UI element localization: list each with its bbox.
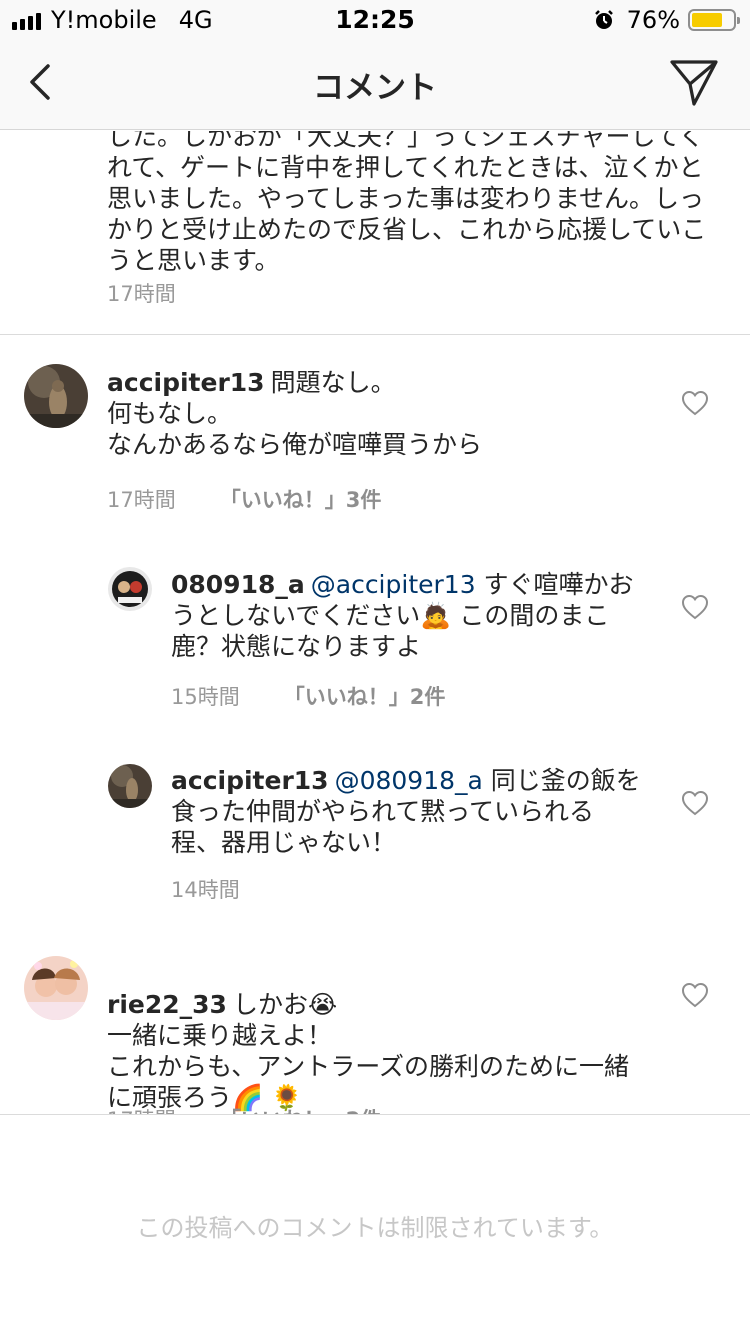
- comment-list[interactable]: した。しかおが「大丈夫？」ってジェスチャーしてくれて、ゲートに背中を押してくれた…: [0, 131, 750, 1114]
- avatar[interactable]: [24, 364, 88, 428]
- battery-percent: 76%: [626, 6, 680, 34]
- caption-text: した。しかおが「大丈夫？」ってジェスチャーしてくれて、ゲートに背中を押してくれた…: [107, 131, 707, 275]
- comment-timestamp: 17時間: [107, 488, 176, 512]
- avatar[interactable]: [24, 956, 88, 1020]
- alarm-icon: [594, 10, 613, 29]
- comment-username[interactable]: accipiter13: [171, 766, 329, 795]
- page-title: コメント: [313, 70, 437, 106]
- comment-meta: 15時間 「いいね！」2件: [171, 681, 445, 711]
- caption-timestamp: 17時間: [107, 282, 176, 306]
- likes-count[interactable]: 「いいね！」2件: [284, 681, 446, 711]
- comment: rie22_33 しかお😭 一緒に乗り越えよ！ これからも、アントラーズの勝利のた…: [107, 958, 647, 1113]
- likes-count[interactable]: 「いいね！」2件: [220, 1104, 382, 1114]
- avatar[interactable]: [108, 567, 152, 611]
- mention-link[interactable]: @accipiter13: [311, 570, 476, 599]
- heart-icon[interactable]: [681, 390, 709, 416]
- comment-username[interactable]: 080918_a: [171, 570, 305, 599]
- heart-icon[interactable]: [681, 982, 709, 1008]
- comment-meta: 17時間 「いいね！」2件: [107, 1104, 381, 1114]
- comment-timestamp: 15時間: [171, 685, 240, 709]
- heart-icon[interactable]: [681, 790, 709, 816]
- comments-restricted-notice: この投稿へのコメントは制限されています。: [136, 1214, 614, 1242]
- comment-timestamp: 14時間: [171, 878, 240, 902]
- avatar[interactable]: [108, 764, 152, 808]
- reply: accipiter13 @080918_a 同じ釜の飯を食った仲間がやられて黙って…: [171, 765, 641, 858]
- comment-meta: 14時間: [171, 874, 284, 904]
- likes-count[interactable]: 「いいね！」3件: [220, 484, 382, 514]
- comment-username[interactable]: rie22_33: [107, 990, 227, 1019]
- caption-meta: 17時間: [107, 278, 176, 308]
- mention-link[interactable]: @080918_a: [335, 766, 483, 795]
- comment-meta: 17時間 「いいね！」3件: [107, 484, 381, 514]
- battery-level: [692, 13, 722, 27]
- status-bar: Y!mobile 4G 12:25 76%: [0, 0, 750, 40]
- navigation-bar: コメント: [0, 40, 750, 130]
- reply: 080918_a @accipiter13 すぐ喧嘩かおうとしないでください🙇 こ…: [171, 569, 641, 662]
- send-icon[interactable]: [668, 56, 722, 110]
- comment: accipiter13 問題なし。 何もなし。 なんかあるなら俺が喧嘩買うから: [107, 367, 677, 460]
- heart-icon[interactable]: [681, 594, 709, 620]
- divider: [0, 334, 750, 335]
- comment-username[interactable]: accipiter13: [107, 368, 265, 397]
- comments-restricted-footer: この投稿へのコメントは制限されています。: [0, 1114, 750, 1334]
- battery-icon: [688, 9, 740, 31]
- comment-timestamp: 17時間: [107, 1104, 176, 1114]
